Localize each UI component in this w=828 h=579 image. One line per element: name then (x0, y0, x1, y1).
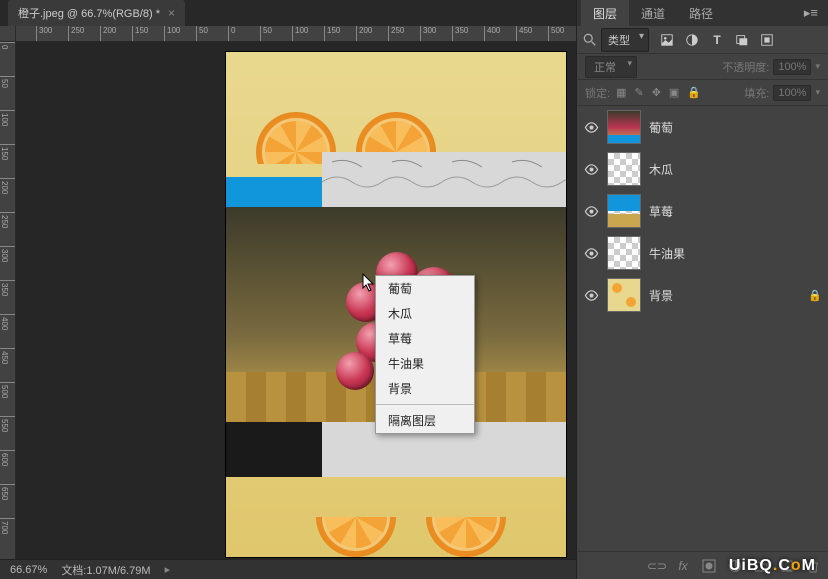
visibility-toggle-icon[interactable] (583, 245, 599, 261)
lock-icon: 🔒 (808, 289, 822, 302)
blend-mode-select[interactable]: 正常 (585, 56, 637, 78)
lock-artboard-icon[interactable]: ▣ (669, 86, 679, 99)
menu-item[interactable]: 木瓜 (376, 301, 474, 326)
orange-slice (316, 477, 396, 557)
cursor-icon (362, 273, 376, 293)
chevron-down-icon[interactable]: ▾ (815, 61, 820, 72)
tab-layers[interactable]: 图层 (581, 0, 629, 27)
orange-slice (426, 477, 506, 557)
menu-item[interactable]: 牛油果 (376, 351, 474, 376)
filter-pixel-icon[interactable] (659, 32, 675, 48)
layer-thumbnail[interactable] (607, 194, 641, 228)
layer-mask-icon[interactable] (702, 559, 716, 573)
layer-row[interactable]: 葡萄 (577, 106, 828, 148)
status-bar: 66.67% 文档:1.07M/6.79M ▸ (0, 559, 576, 579)
ruler-horizontal[interactable]: 3002502001501005005010015020025030035040… (16, 26, 576, 42)
layer-name[interactable]: 葡萄 (649, 119, 673, 136)
layers-panel: 图层 通道 路径 ▸≡ 类型 T 正常 不透明度: 100% ▾ 锁定: ▦ ✎… (576, 0, 828, 579)
layer-name[interactable]: 草莓 (649, 203, 673, 220)
canvas-viewport[interactable] (16, 42, 576, 559)
layer-name[interactable]: 牛油果 (649, 245, 685, 262)
lock-bar: 锁定: ▦ ✎ ✥ ▣ 🔒 填充: 100% ▾ (577, 80, 828, 106)
opacity-value[interactable]: 100% (773, 59, 811, 75)
lock-position-icon[interactable]: ✥ (652, 86, 661, 99)
layer-filter-bar: 类型 T (577, 26, 828, 54)
lock-label: 锁定: (585, 85, 610, 101)
menu-separator (376, 404, 474, 405)
layer-row[interactable]: 背景 🔒 (577, 274, 828, 316)
watermark: UiBQ.CoM (729, 557, 816, 575)
chevron-right-icon[interactable]: ▸ (165, 563, 171, 576)
layer-row[interactable]: 草莓 (577, 190, 828, 232)
lock-transparency-icon[interactable]: ▦ (616, 86, 626, 99)
layer-context-menu: 葡萄 木瓜 草莓 牛油果 背景 隔离图层 (375, 275, 475, 434)
filter-shape-icon[interactable] (734, 32, 750, 48)
layer-thumbnail[interactable] (607, 110, 641, 144)
ruler-vertical[interactable]: 0501001502002503003504004505005506006507… (0, 42, 16, 559)
search-icon (583, 33, 597, 47)
layer-thumbnail[interactable] (607, 152, 641, 186)
menu-item[interactable]: 葡萄 (376, 276, 474, 301)
visibility-toggle-icon[interactable] (583, 203, 599, 219)
layer-name[interactable]: 背景 (649, 287, 673, 304)
lock-all-icon[interactable]: 🔒 (687, 86, 701, 99)
dark-strip (226, 422, 322, 477)
visibility-toggle-icon[interactable] (583, 287, 599, 303)
close-icon[interactable]: × (168, 6, 175, 20)
chevron-down-icon[interactable]: ▾ (815, 87, 820, 98)
blue-strip (226, 177, 322, 207)
layer-list[interactable]: 葡萄木瓜草莓牛油果背景 🔒 (577, 106, 828, 551)
marble-texture (322, 152, 566, 207)
filter-smart-icon[interactable] (759, 32, 775, 48)
filter-text-icon[interactable]: T (709, 32, 725, 48)
fill-value[interactable]: 100% (773, 85, 811, 101)
filter-adjust-icon[interactable] (684, 32, 700, 48)
blend-mode-bar: 正常 不透明度: 100% ▾ (577, 54, 828, 80)
zoom-level[interactable]: 66.67% (10, 564, 47, 576)
tab-title: 橙子.jpeg @ 66.7%(RGB/8) * (18, 5, 160, 21)
panel-tab-bar: 图层 通道 路径 ▸≡ (577, 0, 828, 26)
doc-info[interactable]: 文档:1.07M/6.79M (61, 562, 150, 578)
visibility-toggle-icon[interactable] (583, 161, 599, 177)
menu-item-isolate[interactable]: 隔离图层 (376, 408, 474, 433)
layer-row[interactable]: 牛油果 (577, 232, 828, 274)
layer-fx-icon[interactable]: fx (676, 559, 690, 573)
layer-name[interactable]: 木瓜 (649, 161, 673, 178)
link-layers-icon[interactable]: ⊂⊃ (650, 559, 664, 573)
menu-item[interactable]: 背景 (376, 376, 474, 401)
layer-thumbnail[interactable] (607, 236, 641, 270)
tab-paths[interactable]: 路径 (677, 0, 725, 27)
filter-type-select[interactable]: 类型 (601, 28, 649, 52)
opacity-label: 不透明度: (722, 59, 769, 75)
visibility-toggle-icon[interactable] (583, 119, 599, 135)
tab-channels[interactable]: 通道 (629, 0, 677, 27)
panel-menu-icon[interactable]: ▸≡ (798, 5, 824, 21)
layer-thumbnail[interactable] (607, 278, 641, 312)
menu-item[interactable]: 草莓 (376, 326, 474, 351)
document-tab[interactable]: 橙子.jpeg @ 66.7%(RGB/8) * × (8, 0, 185, 26)
ruler-origin[interactable] (0, 26, 16, 42)
layer-row[interactable]: 木瓜 (577, 148, 828, 190)
fill-label: 填充: (744, 85, 769, 101)
lock-pixels-icon[interactable]: ✎ (634, 86, 643, 99)
